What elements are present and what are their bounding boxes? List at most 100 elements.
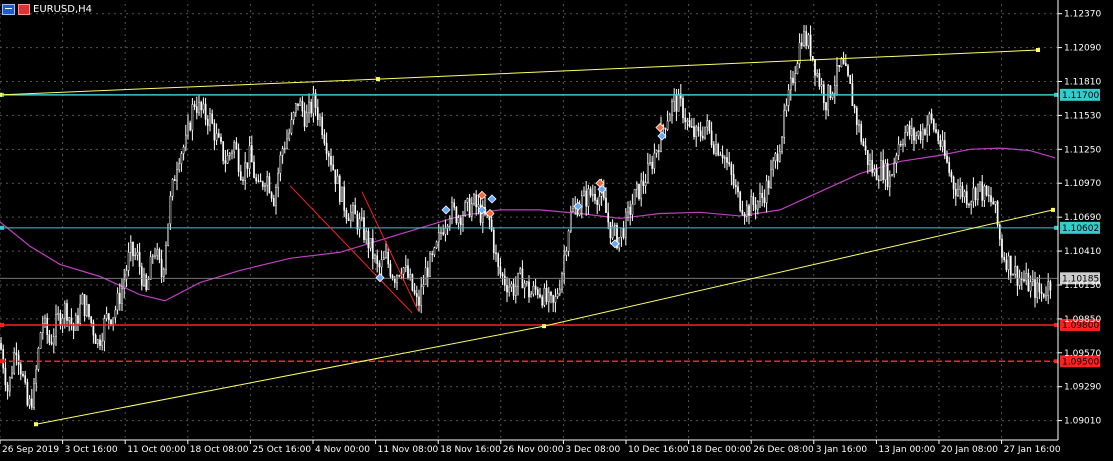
candle-body bbox=[554, 296, 557, 303]
candle-body bbox=[649, 161, 651, 164]
candle-body bbox=[987, 194, 990, 197]
candle-body bbox=[283, 148, 286, 150]
candle-body bbox=[534, 286, 537, 290]
cyan-support-anchor-left bbox=[0, 225, 4, 230]
candle-body bbox=[754, 204, 757, 210]
candle-body bbox=[1047, 281, 1050, 296]
price-tick-label: 1.11810 bbox=[1064, 78, 1101, 88]
price-tick-label: 1.10130 bbox=[1064, 281, 1101, 291]
candle-body bbox=[371, 237, 374, 259]
candle-body bbox=[290, 119, 293, 134]
candle-body bbox=[704, 126, 706, 139]
candle-body bbox=[992, 201, 995, 205]
candle-body bbox=[367, 230, 370, 249]
candle-body bbox=[585, 190, 588, 207]
candle-body bbox=[444, 228, 447, 235]
candle-body bbox=[143, 274, 145, 286]
candle-body bbox=[1001, 238, 1003, 258]
candle-body bbox=[715, 144, 717, 154]
price-tick-label: 1.12370 bbox=[1064, 10, 1101, 20]
candle-body bbox=[517, 272, 519, 287]
chart-window[interactable]: 1.11700 1.10602 1.10185 1.09800 1.09500 1.12… bbox=[0, 0, 1113, 457]
price-chart[interactable]: 1.117001.106021.101851.098001.09500 1.12… bbox=[0, 0, 1113, 457]
candle-body bbox=[814, 59, 816, 76]
candle-body bbox=[906, 125, 909, 133]
candle-body bbox=[492, 229, 495, 254]
candle-body bbox=[393, 278, 396, 283]
candle-body bbox=[1023, 279, 1025, 282]
candle-body bbox=[202, 103, 205, 111]
time-tick-label: 18 Nov 16:00 bbox=[440, 445, 501, 455]
candle-body bbox=[690, 126, 693, 128]
candle-body bbox=[1036, 282, 1039, 298]
candle-body bbox=[787, 89, 790, 106]
candle-body bbox=[1049, 281, 1052, 291]
candle-body bbox=[664, 128, 667, 130]
time-tick-label: 18 Dec 00:00 bbox=[691, 445, 752, 455]
price-tick-label: 1.11250 bbox=[1064, 145, 1101, 155]
candle-body bbox=[226, 155, 229, 164]
candle-body bbox=[556, 293, 559, 297]
candle-body bbox=[937, 131, 940, 141]
candle-body bbox=[17, 354, 20, 365]
candle-body bbox=[706, 120, 709, 128]
candle-body bbox=[162, 268, 165, 278]
candle-body bbox=[378, 263, 381, 268]
candle-body bbox=[528, 281, 530, 298]
candle-body bbox=[237, 148, 240, 172]
candle-body bbox=[323, 134, 326, 144]
candle-body bbox=[437, 232, 440, 243]
candle-body bbox=[1009, 255, 1012, 276]
candle-body bbox=[805, 31, 808, 47]
candle-body bbox=[1038, 282, 1041, 293]
candle-body bbox=[24, 375, 27, 383]
candle-body bbox=[231, 151, 233, 154]
candle-body bbox=[387, 251, 390, 265]
candle-body bbox=[1029, 281, 1032, 292]
candle-body bbox=[213, 123, 216, 141]
candle-body bbox=[356, 213, 359, 230]
candle-body bbox=[354, 205, 357, 215]
candle-body bbox=[974, 187, 977, 200]
candle-body bbox=[118, 292, 121, 304]
candle-body bbox=[257, 180, 260, 182]
candle-body bbox=[402, 267, 405, 275]
candle-body bbox=[514, 286, 517, 296]
cyan-resistance-price-label: 1.11700 bbox=[1062, 91, 1099, 101]
candle-body bbox=[563, 254, 566, 274]
candle-body bbox=[52, 336, 55, 345]
candle-body bbox=[891, 174, 893, 177]
candle-body bbox=[820, 84, 823, 87]
candle-body bbox=[644, 182, 647, 187]
candle-body bbox=[1040, 291, 1043, 295]
candle-body bbox=[853, 105, 856, 109]
candle-body bbox=[96, 339, 99, 345]
candle-body bbox=[638, 183, 640, 200]
candle-body bbox=[763, 197, 766, 204]
candle-body bbox=[572, 208, 574, 212]
candle-body bbox=[904, 132, 907, 145]
candle-body bbox=[825, 102, 827, 111]
candle-body bbox=[789, 77, 792, 91]
candle-body bbox=[822, 84, 825, 103]
candle-body bbox=[1042, 293, 1045, 298]
upper-channel-trendline-handle bbox=[0, 92, 2, 97]
candle-body bbox=[327, 153, 330, 157]
candle-body bbox=[946, 155, 948, 163]
candle-body bbox=[761, 193, 764, 199]
candle-body bbox=[74, 315, 77, 331]
candle-body bbox=[666, 120, 669, 130]
time-tick-label: 10 Dec 16:00 bbox=[628, 445, 689, 455]
candle-body bbox=[741, 210, 744, 215]
candle-body bbox=[950, 172, 953, 178]
price-tick-label: 1.10410 bbox=[1064, 247, 1101, 257]
candle-body bbox=[310, 101, 313, 114]
candle-body bbox=[567, 230, 570, 252]
candle-body bbox=[695, 126, 698, 137]
candle-body bbox=[908, 125, 911, 136]
candle-body bbox=[90, 316, 93, 324]
candle-body bbox=[429, 253, 431, 277]
candle-body bbox=[869, 160, 871, 165]
candle-body bbox=[607, 212, 610, 223]
candle-body bbox=[312, 93, 315, 114]
